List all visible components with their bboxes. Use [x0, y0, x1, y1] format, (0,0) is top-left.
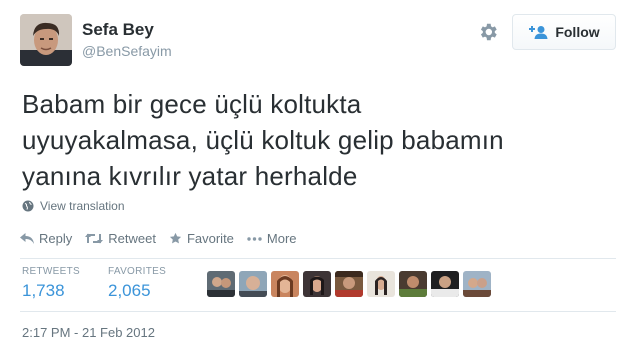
favoriter-avatar[interactable] [239, 271, 267, 297]
favoriter-avatar[interactable] [271, 271, 299, 297]
gear-icon[interactable] [477, 21, 499, 43]
tweet-line: yanına kıvrılır yatar herhalde [22, 161, 358, 191]
favoriter-avatar[interactable] [399, 271, 427, 297]
tweet-actions: Reply Retweet Favorite More [20, 231, 310, 246]
favoriter-avatar[interactable] [335, 271, 363, 297]
tweet-line: Babam bir gece üçlü koltukta [22, 89, 362, 119]
retweet-button[interactable]: Retweet [85, 231, 156, 246]
reply-label: Reply [39, 231, 73, 246]
favoriter-avatar[interactable] [367, 271, 395, 297]
retweets-count: 1,738 [22, 281, 65, 300]
favorites-stat[interactable]: FAVORITES 2,065 [108, 266, 166, 301]
favoriter-avatar[interactable] [303, 271, 331, 297]
reply-button[interactable]: Reply [20, 231, 72, 246]
avatar[interactable] [20, 14, 72, 66]
favoriter-avatar[interactable] [207, 271, 235, 297]
retweets-stat[interactable]: RETWEETS 1,738 [22, 266, 80, 301]
tweet-text: Babam bir gece üçlü koltukta uyuyakalmas… [22, 86, 622, 194]
tweet-line: uyuyakalmasa, üçlü koltuk gelip babamın [22, 125, 504, 155]
retweets-label: RETWEETS [22, 266, 80, 277]
star-icon [169, 232, 182, 244]
more-button[interactable]: More [247, 231, 297, 246]
favorite-label: Favorite [186, 231, 234, 246]
follow-button[interactable]: Follow [512, 14, 616, 50]
follow-label: Follow [555, 24, 600, 40]
more-dots-icon [247, 236, 262, 241]
add-user-icon [529, 26, 548, 39]
favoriter-avatar[interactable] [463, 271, 491, 297]
more-label: More [266, 231, 297, 246]
favoriter-avatar[interactable] [431, 271, 459, 297]
retweet-label: Retweet [108, 231, 156, 246]
divider [20, 258, 616, 259]
retweet-icon [85, 233, 104, 244]
favorites-count: 2,065 [108, 281, 151, 300]
favoriter-avatars [207, 271, 491, 297]
tweet-timestamp[interactable]: 2:17 PM - 21 Feb 2012 [22, 325, 155, 340]
user-name[interactable]: Sefa Bey [82, 20, 154, 40]
view-translation-link[interactable]: View translation [22, 199, 125, 213]
globe-icon [22, 200, 34, 212]
favorites-label: FAVORITES [108, 266, 167, 277]
favorite-button[interactable]: Favorite [169, 231, 234, 246]
view-translation-label: View translation [40, 199, 125, 213]
user-handle[interactable]: @BenSefayim [82, 43, 172, 59]
reply-icon [20, 233, 34, 244]
divider [20, 311, 616, 312]
